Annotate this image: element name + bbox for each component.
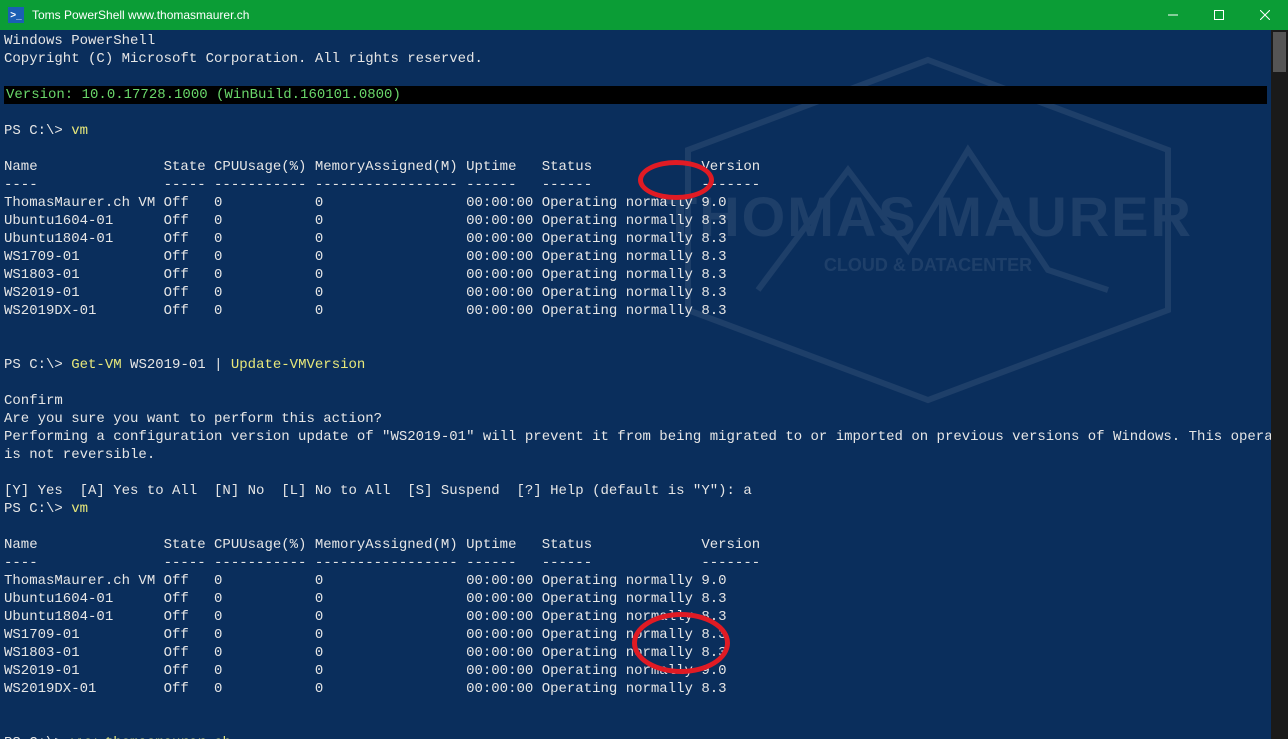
version-line: Version: 10.0.17728.1000 (WinBuild.16010… bbox=[4, 86, 1267, 104]
table1-row-3: WS1709-01 Off 0 0 00:00:00 Operating nor… bbox=[4, 249, 727, 265]
table1-row-4: WS1803-01 Off 0 0 00:00:00 Operating nor… bbox=[4, 267, 727, 283]
confirm-question: Are you sure you want to perform this ac… bbox=[4, 411, 382, 427]
table2-row-5: WS2019-01 Off 0 0 00:00:00 Operating nor… bbox=[4, 663, 727, 679]
table1-row-5: WS2019-01 Off 0 0 00:00:00 Operating nor… bbox=[4, 285, 727, 301]
table2-row-6: WS2019DX-01 Off 0 0 00:00:00 Operating n… bbox=[4, 681, 727, 697]
table2-row-0: ThomasMaurer.ch VM Off 0 0 00:00:00 Oper… bbox=[4, 573, 727, 589]
banner-line2: Copyright (C) Microsoft Corporation. All… bbox=[4, 51, 483, 67]
vertical-scrollbar[interactable] bbox=[1271, 30, 1288, 739]
table2-row-2: Ubuntu1804-01 Off 0 0 00:00:00 Operating… bbox=[4, 609, 727, 625]
command-vm-2: vm bbox=[71, 501, 88, 517]
confirm-detail: Performing a configuration version updat… bbox=[4, 429, 1271, 445]
table2-row-3: WS1709-01 Off 0 0 00:00:00 Operating nor… bbox=[4, 627, 727, 643]
maximize-button[interactable] bbox=[1196, 0, 1242, 30]
table1-header: Name State CPUUsage(%) MemoryAssigned(M)… bbox=[4, 159, 760, 175]
table1-divider: ---- ----- ----------- -----------------… bbox=[4, 177, 760, 193]
confirm-title: Confirm bbox=[4, 393, 63, 409]
table1-row-1: Ubuntu1604-01 Off 0 0 00:00:00 Operating… bbox=[4, 213, 727, 229]
table1-row-6: WS2019DX-01 Off 0 0 00:00:00 Operating n… bbox=[4, 303, 727, 319]
command-vm-1: vm bbox=[71, 123, 88, 139]
prompt-2: PS C:\> bbox=[4, 357, 71, 373]
window-titlebar: >_ Toms PowerShell www.thomasmaurer.ch bbox=[0, 0, 1288, 30]
table2-divider: ---- ----- ----------- -----------------… bbox=[4, 555, 760, 571]
confirm-detail: is not reversible. bbox=[4, 447, 155, 463]
scroll-thumb[interactable] bbox=[1273, 32, 1286, 72]
window-title: Toms PowerShell www.thomasmaurer.ch bbox=[32, 8, 1150, 22]
prompt-4: PS C:\> bbox=[4, 735, 71, 739]
cmdlet-update-vmversion: Update-VMVersion bbox=[231, 357, 365, 373]
confirm-options: [Y] Yes [A] Yes to All [N] No [L] No to … bbox=[4, 483, 752, 499]
pipe-char: | bbox=[214, 357, 231, 373]
terminal-output[interactable]: Windows PowerShell Copyright (C) Microso… bbox=[0, 30, 1271, 739]
table1-row-2: Ubuntu1804-01 Off 0 0 00:00:00 Operating… bbox=[4, 231, 727, 247]
table2-row-1: Ubuntu1604-01 Off 0 0 00:00:00 Operating… bbox=[4, 591, 727, 607]
powershell-icon: >_ bbox=[8, 7, 24, 23]
cmd-arg: WS2019-01 bbox=[122, 357, 214, 373]
prompt-1: PS C:\> bbox=[4, 123, 71, 139]
table1-row-0: ThomasMaurer.ch VM Off 0 0 00:00:00 Oper… bbox=[4, 195, 727, 211]
cmdlet-get-vm: Get-VM bbox=[71, 357, 121, 373]
table2-header: Name State CPUUsage(%) MemoryAssigned(M)… bbox=[4, 537, 760, 553]
table2-row-4: WS1803-01 Off 0 0 00:00:00 Operating nor… bbox=[4, 645, 727, 661]
minimize-button[interactable] bbox=[1150, 0, 1196, 30]
command-url: www.thomasmaurer.ch bbox=[71, 735, 231, 739]
banner-line1: Windows PowerShell bbox=[4, 33, 155, 49]
prompt-3: PS C:\> bbox=[4, 501, 71, 517]
close-button[interactable] bbox=[1242, 0, 1288, 30]
